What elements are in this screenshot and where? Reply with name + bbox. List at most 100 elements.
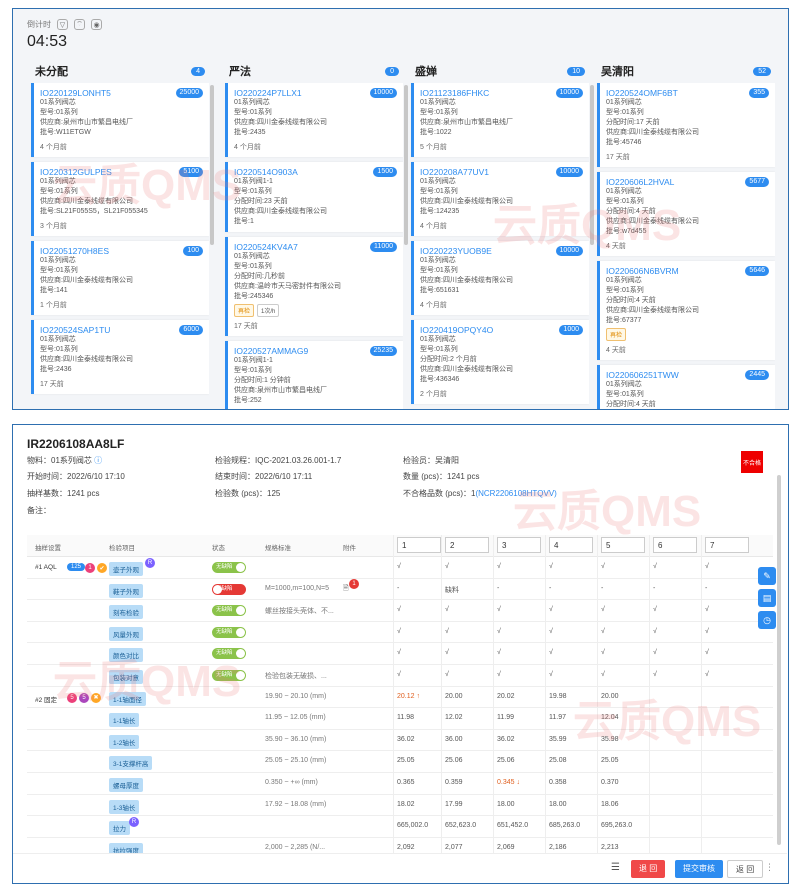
measurement-cell[interactable]: 2,069 xyxy=(497,844,515,851)
measurement-cell[interactable]: √ xyxy=(445,671,449,678)
measurement-cell[interactable]: √ xyxy=(397,671,401,678)
measurement-cell[interactable]: 651,452.0 xyxy=(497,822,528,829)
measurement-cell[interactable]: 18.00 xyxy=(497,801,515,808)
measurement-cell[interactable]: 25.06 xyxy=(445,757,463,764)
measurement-cell[interactable]: √ xyxy=(705,671,709,678)
measurement-cell[interactable]: √ xyxy=(397,606,401,613)
inspection-card[interactable]: IO220527AMMAG9 25235 01系列阀1-1 型号:01系列 分配时间:… xyxy=(225,341,403,409)
submit-review-button[interactable]: 提交审核 xyxy=(675,860,723,878)
measurement-cell[interactable]: 0.370 xyxy=(601,779,619,786)
inspection-item[interactable]: 风量外观 xyxy=(109,626,143,641)
document-icon[interactable]: ▤ xyxy=(758,589,776,607)
measurement-cell[interactable]: 665,002.0 xyxy=(397,822,428,829)
measurement-cell[interactable]: 2,186 xyxy=(549,844,567,851)
measurement-cell[interactable]: - xyxy=(705,585,707,592)
attachment-icon[interactable]: 🗎 xyxy=(343,584,349,595)
more-icon[interactable]: ⋮ xyxy=(765,862,774,873)
inspection-item[interactable]: 刻布检验 xyxy=(109,605,143,620)
piece-number-input[interactable] xyxy=(397,537,441,553)
measurement-cell[interactable]: 2,092 xyxy=(397,844,415,851)
inspection-item[interactable]: 1-2轴长 xyxy=(109,734,140,749)
history-icon[interactable]: ◷ xyxy=(758,611,776,629)
measurement-cell[interactable]: 18.00 xyxy=(549,801,567,808)
measurement-cell[interactable]: √ xyxy=(705,628,709,635)
measurement-cell[interactable]: √ xyxy=(653,628,657,635)
piece-number-input[interactable] xyxy=(549,537,593,553)
measurement-cell[interactable]: 0.365 xyxy=(397,779,415,786)
inspection-card[interactable]: IO220224P7LLX1 10000 01系列阀芯 型号:01系列 供应商:四川金… xyxy=(225,83,403,157)
ncr-link[interactable]: (NCR2206108HTQVV) xyxy=(475,489,556,498)
measurement-cell[interactable]: √ xyxy=(653,649,657,656)
measurement-cell[interactable]: √ xyxy=(653,671,657,678)
measurement-cell[interactable]: √ xyxy=(497,671,501,678)
column-scrollbar[interactable] xyxy=(404,85,408,245)
inspection-card[interactable]: IO220524SAP1TU 6000 01系列阀芯 型号:01系列 供应商:四川金泰… xyxy=(31,320,209,394)
measurement-cell[interactable]: 12.02 xyxy=(445,714,463,721)
inspection-card[interactable]: IO220524OMF6BT 355 01系列阀芯 型号:01系列 分配时间:17 天… xyxy=(597,83,775,167)
measurement-cell[interactable]: 35.98 xyxy=(601,736,619,743)
measurement-cell[interactable]: - xyxy=(549,585,551,592)
status-toggle[interactable]: 无缺陷 xyxy=(212,626,246,638)
measurement-cell[interactable]: √ xyxy=(549,671,553,678)
measurement-cell[interactable]: 2,077 xyxy=(445,844,463,851)
measurement-cell[interactable]: √ xyxy=(601,563,605,570)
measurement-cell[interactable]: 35.99 xyxy=(549,736,567,743)
scrollbar[interactable] xyxy=(777,475,781,845)
edit-icon[interactable]: ✎ xyxy=(758,567,776,585)
measurement-cell[interactable]: √ xyxy=(549,649,553,656)
inspection-card[interactable]: IO220129LONHT5 25000 01系列阀芯 型号:01系列 供应商:泉州市… xyxy=(31,83,209,157)
measurement-cell[interactable]: √ xyxy=(705,563,709,570)
status-toggle[interactable]: 有缺陷 xyxy=(212,583,246,595)
measurement-cell[interactable]: √ xyxy=(397,628,401,635)
measurement-cell[interactable]: √ xyxy=(705,649,709,656)
measurement-cell[interactable]: √ xyxy=(601,649,605,656)
measurement-cell[interactable]: 25.08 xyxy=(549,757,567,764)
inspection-card[interactable]: IO220419OPQY4O 1000 01系列阀芯 型号:01系列 分配时间:2 个… xyxy=(411,320,589,404)
inspection-card[interactable]: IO220606N6BVRM 5646 01系列阀芯 型号:01系列 分配时间:4 天… xyxy=(597,261,775,360)
measurement-cell[interactable]: √ xyxy=(445,649,449,656)
measurement-cell[interactable]: - xyxy=(601,585,603,592)
inspection-card[interactable]: IO220514O903A 1500 01系列阀1-1 型号:01系列 分配时间:23… xyxy=(225,162,403,232)
measurement-cell[interactable]: √ xyxy=(397,563,401,570)
inspection-item[interactable]: 1-1轴面径 xyxy=(109,691,146,706)
measurement-cell[interactable]: 36.02 xyxy=(497,736,515,743)
measurement-cell[interactable]: 11.98 xyxy=(397,714,414,721)
inspection-item[interactable]: 1-3轴长 xyxy=(109,799,140,814)
measurement-cell[interactable]: √ xyxy=(549,628,553,635)
inspection-item[interactable]: 抗拉强度 xyxy=(109,842,143,853)
measurement-cell[interactable]: √ xyxy=(497,563,501,570)
measurement-cell[interactable]: √ xyxy=(497,649,501,656)
eye-icon[interactable]: ◉ xyxy=(91,19,102,30)
measurement-cell[interactable]: 20.12 ↑ xyxy=(397,693,420,700)
piece-number-input[interactable] xyxy=(705,537,749,553)
close-icon[interactable]: ✖ xyxy=(91,692,101,703)
card-id-link[interactable]: IO220524OMF6BT xyxy=(606,88,769,98)
measurement-cell[interactable]: 11.97 xyxy=(549,714,566,721)
measurement-cell[interactable]: 18.02 xyxy=(397,801,415,808)
measurement-cell[interactable]: √ xyxy=(705,606,709,613)
measurement-cell[interactable]: √ xyxy=(497,628,501,635)
measurement-cell[interactable]: 25.05 xyxy=(601,757,619,764)
piece-number-input[interactable] xyxy=(653,537,697,553)
measurement-cell[interactable]: 20.02 xyxy=(497,693,515,700)
inspection-item[interactable]: 壶子外观 xyxy=(109,562,143,576)
inspection-item[interactable]: 1-1轴长 xyxy=(109,713,140,728)
measurement-cell[interactable]: √ xyxy=(445,606,449,613)
measurement-cell[interactable]: - xyxy=(653,585,655,592)
measurement-cell[interactable]: 19.98 xyxy=(549,693,567,700)
column-scrollbar[interactable] xyxy=(210,85,214,245)
measurement-cell[interactable]: 36.00 xyxy=(445,736,463,743)
back-button[interactable]: 返 回 xyxy=(727,860,764,878)
measurement-cell[interactable]: 0.359 xyxy=(445,779,463,786)
inspection-item[interactable]: 颜色对比 xyxy=(109,648,143,663)
inspection-card[interactable]: IO220524KV4A7 11000 01系列阀芯 型号:01系列 分配时间:几秒前… xyxy=(225,237,403,336)
measurement-cell[interactable]: 11.99 xyxy=(497,714,514,721)
status-toggle[interactable]: 无缺陷 xyxy=(212,648,246,660)
measurement-cell[interactable]: 20.00 xyxy=(445,693,463,700)
inspection-card[interactable]: IO22051270H8ES 100 01系列阀芯 型号:01系列 供应商:四川金泰线… xyxy=(31,241,209,315)
card-id-link[interactable]: IO22051270H8ES xyxy=(40,246,203,256)
measurement-cell[interactable]: - xyxy=(497,585,499,592)
measurement-cell[interactable]: √ xyxy=(653,606,657,613)
inspection-card[interactable]: IO220312GULPES 5100 01系列阀芯 型号:01系列 供应商:四川金泰… xyxy=(31,162,209,236)
measurement-cell[interactable]: 2,213 xyxy=(601,844,619,851)
